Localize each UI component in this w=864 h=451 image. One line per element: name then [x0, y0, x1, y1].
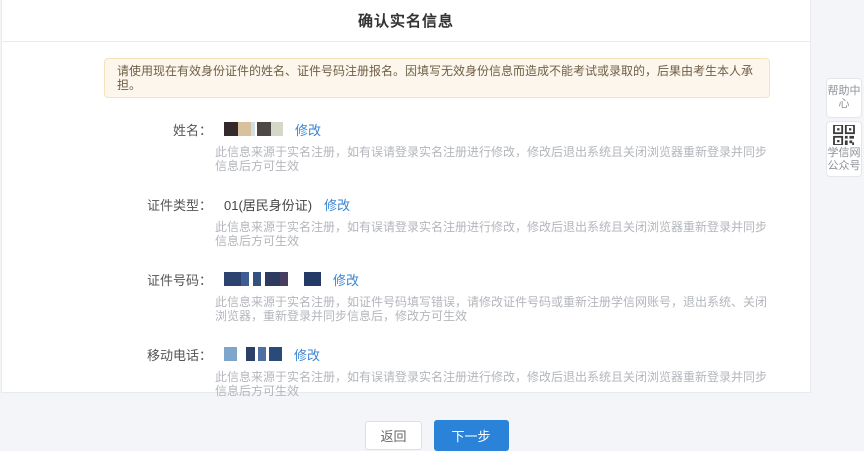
id-type-help-text: 此信息来源于实名注册，如有误请登录实名注册进行修改，修改后退出系统且关闭浏览器重…: [215, 220, 773, 248]
main-panel: 确认实名信息 请使用现在有效身份证件的姓名、证件号码注册报名。因填写无效身份信息…: [1, 0, 811, 393]
mobile-help-text: 此信息来源于实名注册，如有误请登录实名注册进行修改，修改后退出系统且关闭浏览器重…: [215, 370, 773, 398]
name-modify-link[interactable]: 修改: [295, 120, 321, 139]
name-label: 姓名：: [104, 120, 212, 139]
help-center-button[interactable]: 帮助中心: [826, 78, 862, 118]
name-help-text: 此信息来源于实名注册，如有误请登录实名注册进行修改，修改后退出系统且关闭浏览器重…: [215, 145, 773, 173]
next-step-button[interactable]: 下一步: [434, 420, 509, 451]
id-number-value: [224, 272, 321, 287]
qr-code-icon: [833, 125, 855, 145]
id-type-modify-link[interactable]: 修改: [324, 195, 350, 214]
id-number-help-text: 此信息来源于实名注册，如证件号码填写错误，请修改证件号码或重新注册学信网账号，退…: [215, 295, 773, 323]
name-redacted-value: [224, 122, 283, 137]
back-button[interactable]: 返回: [365, 421, 421, 450]
id-number-label: 证件号码：: [104, 270, 212, 289]
id-type-value: 01(居民身份证): [224, 195, 312, 214]
wechat-qr-button[interactable]: 学信网公众号: [826, 121, 862, 177]
field-id-type: 证件类型： 01(居民身份证) 修改 此信息来源于实名注册，如有误请登录实名注册…: [104, 195, 770, 248]
panel-body: 请使用现在有效身份证件的姓名、证件号码注册报名。因填写无效身份信息而造成不能考试…: [2, 42, 810, 451]
wechat-account-label: 学信网公众号: [827, 147, 861, 173]
id-type-label: 证件类型：: [104, 195, 212, 214]
help-center-label: 帮助中心: [827, 85, 861, 111]
id-number-redacted-value: [224, 272, 321, 287]
name-value: [224, 122, 283, 137]
field-id-number: 证件号码： 修改 此信息来源于实名注册，如证件号码填写错误，请修改证件号码或重新…: [104, 270, 770, 323]
notice-banner: 请使用现在有效身份证件的姓名、证件号码注册报名。因填写无效身份信息而造成不能考试…: [104, 58, 770, 98]
action-buttons: 返回 下一步: [104, 420, 770, 451]
mobile-value: [224, 347, 282, 362]
field-name: 姓名： 修改 此信息来源于实名注册，如有误请登录实名注册进行修改，修改后退出系统…: [104, 120, 770, 173]
page-title: 确认实名信息: [358, 10, 454, 31]
panel-header: 确认实名信息: [2, 0, 810, 42]
field-mobile: 移动电话： 修改 此信息来源于实名注册，如有误请登录实名注册进行修改，修改后退出…: [104, 345, 770, 398]
id-number-modify-link[interactable]: 修改: [333, 270, 359, 289]
mobile-label: 移动电话：: [104, 345, 212, 364]
mobile-redacted-value: [224, 347, 282, 362]
mobile-modify-link[interactable]: 修改: [294, 345, 320, 364]
